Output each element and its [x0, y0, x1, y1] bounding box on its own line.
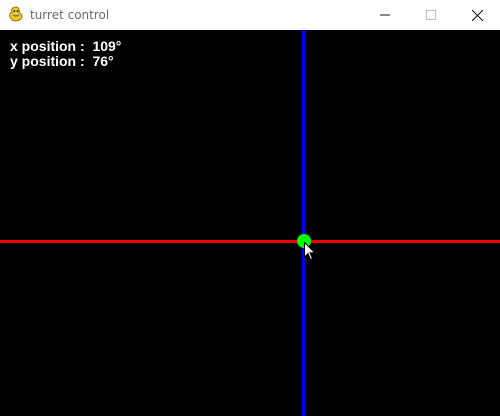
y-position-readout: y position : 76° [10, 54, 114, 69]
x-position-readout: x position : 109° [10, 39, 121, 54]
title-bar[interactable]: turret control [0, 0, 500, 30]
vertical-crosshair-line [302, 30, 305, 416]
minimize-icon [380, 10, 390, 20]
maximize-button[interactable] [408, 0, 454, 30]
close-button[interactable] [454, 0, 500, 30]
mouse-pointer-icon [304, 241, 317, 261]
x-position-value: 109° [92, 38, 122, 54]
minimize-button[interactable] [362, 0, 408, 30]
window-title: turret control [30, 8, 110, 22]
pygame-snake-icon [8, 6, 24, 23]
x-position-label: x position : [10, 38, 85, 54]
maximize-icon [426, 10, 436, 20]
close-icon [471, 9, 483, 21]
app-window: turret control x position : 109° y posit… [0, 0, 500, 416]
y-position-label: y position : [10, 53, 85, 69]
horizontal-crosshair-line [0, 240, 500, 243]
turret-canvas[interactable]: x position : 109° y position : 76° [0, 30, 500, 416]
y-position-value: 76° [92, 53, 114, 69]
